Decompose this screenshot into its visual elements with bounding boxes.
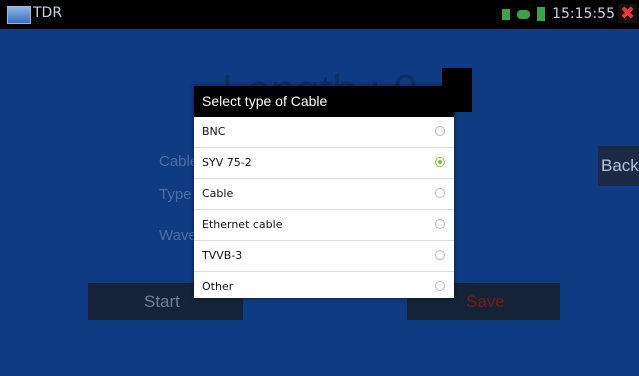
option-bnc[interactable]: BNC xyxy=(194,117,454,148)
type-label: Type xyxy=(159,186,192,203)
close-icon[interactable]: ✖ xyxy=(618,4,637,23)
wave-label: Wave xyxy=(159,227,197,244)
option-label: TVVB-3 xyxy=(202,249,243,262)
option-ethernet-cable[interactable]: Ethernet cable xyxy=(194,210,454,241)
cable-label: Cable xyxy=(159,153,199,170)
option-other[interactable]: Other xyxy=(194,272,454,302)
radio-button-selected[interactable] xyxy=(435,157,445,167)
back-button[interactable]: Back xyxy=(598,146,639,186)
status-area: 15:15:55 xyxy=(502,5,615,23)
link-icon xyxy=(517,9,531,19)
radio-button[interactable] xyxy=(435,188,445,198)
dialog-title: Select type of Cable xyxy=(194,86,454,117)
app-title: TDR xyxy=(33,5,63,21)
option-syv-75-2[interactable]: SYV 75-2 xyxy=(194,148,454,179)
option-label: BNC xyxy=(202,125,226,138)
radio-button[interactable] xyxy=(435,219,445,229)
radio-button[interactable] xyxy=(435,250,445,260)
app-icon xyxy=(7,6,31,24)
radio-button[interactable] xyxy=(435,126,445,136)
sd-card-icon xyxy=(502,8,511,20)
option-tvvb-3[interactable]: TVVB-3 xyxy=(194,241,454,272)
option-cable[interactable]: Cable xyxy=(194,179,454,210)
radio-button[interactable] xyxy=(435,281,445,291)
cable-type-dialog: Select type of Cable BNC SYV 75-2 Cable … xyxy=(194,86,454,298)
option-label: Other xyxy=(202,280,234,293)
option-label: Ethernet cable xyxy=(202,218,283,231)
clock: 15:15:55 xyxy=(552,6,615,22)
title-bar: TDR 15:15:55 ✖ xyxy=(0,0,639,29)
option-label: SYV 75-2 xyxy=(202,156,252,169)
battery-icon xyxy=(537,7,546,21)
option-label: Cable xyxy=(202,187,234,200)
